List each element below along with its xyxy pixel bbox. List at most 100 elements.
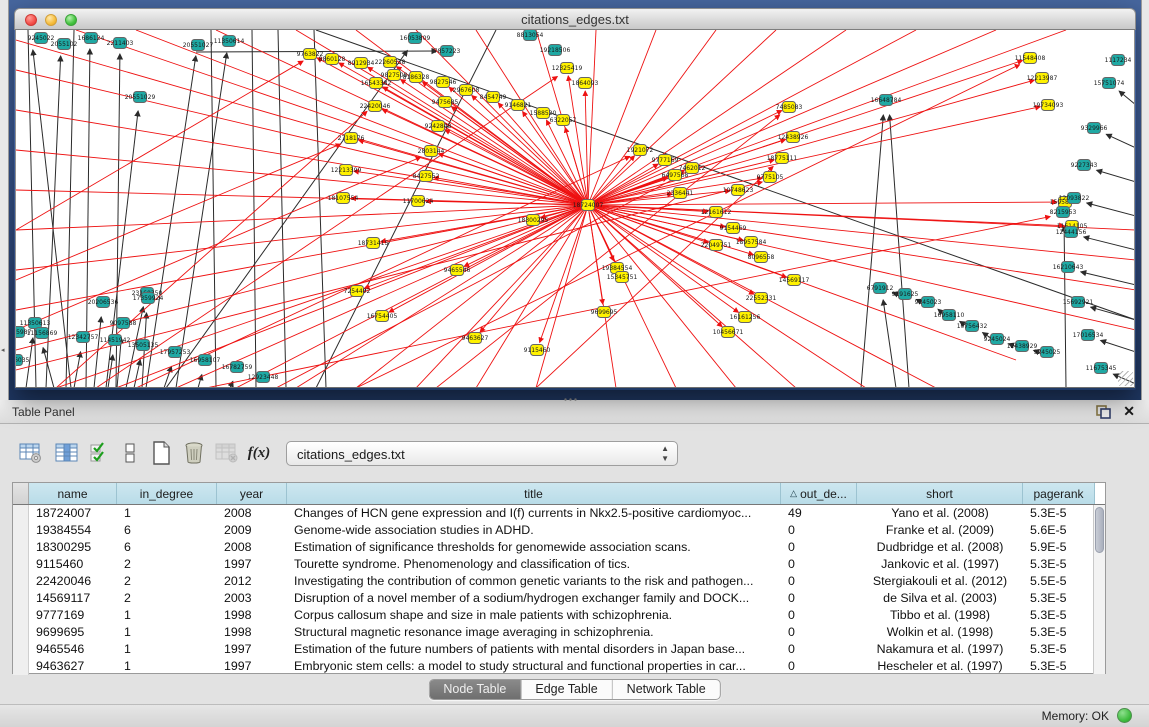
column-header-title[interactable]: title xyxy=(287,483,781,504)
table-cell[interactable]: 5.3E-5 xyxy=(1023,505,1095,522)
table-cell[interactable]: Embryonic stem cells: a model to study s… xyxy=(287,658,781,675)
results-panel-collapsed-strip[interactable] xyxy=(1141,0,1149,400)
table-cell[interactable]: Corpus callosum shape and size in male p… xyxy=(287,607,781,624)
table-cell[interactable]: Stergiakouli et al. (2012) xyxy=(857,573,1023,590)
table-cell[interactable]: 2012 xyxy=(217,573,287,590)
column-header-pagerank[interactable]: pagerank xyxy=(1023,483,1095,504)
table-cell[interactable]: Estimation of significance thresholds fo… xyxy=(287,539,781,556)
scrollbar-thumb[interactable] xyxy=(1095,507,1104,553)
table-row[interactable]: 946362711997Embryonic stem cells: a mode… xyxy=(13,658,1105,675)
show-columns-icon[interactable] xyxy=(52,438,82,468)
table-cell[interactable]: Genome-wide association studies in ADHD. xyxy=(287,522,781,539)
table-cell[interactable]: 9465546 xyxy=(29,641,117,658)
column-header-short[interactable]: short xyxy=(857,483,1023,504)
table-cell[interactable]: 5.3E-5 xyxy=(1023,624,1095,641)
table-cell[interactable]: 1997 xyxy=(217,556,287,573)
window-titlebar[interactable]: citations_edges.txt xyxy=(14,8,1136,30)
memory-ok-led-icon[interactable] xyxy=(1117,708,1132,723)
table-cell[interactable]: 5.6E-5 xyxy=(1023,522,1095,539)
table-cell[interactable]: Changes of HCN gene expression and I(f) … xyxy=(287,505,781,522)
table-cell[interactable]: 0 xyxy=(781,573,857,590)
table-cell[interactable]: 1997 xyxy=(217,641,287,658)
table-cell[interactable]: 1 xyxy=(117,624,217,641)
table-row[interactable]: 1830029562008Estimation of significance … xyxy=(13,539,1105,556)
tab-edge-table[interactable]: Edge Table xyxy=(521,680,612,699)
table-cell[interactable]: Yano et al. (2008) xyxy=(857,505,1023,522)
table-cell[interactable]: 6 xyxy=(117,522,217,539)
table-cell[interactable]: 22420046 xyxy=(29,573,117,590)
table-cell[interactable]: 2 xyxy=(117,590,217,607)
table-row[interactable]: 969969511998Structural magnetic resonanc… xyxy=(13,624,1105,641)
column-header-name[interactable]: name xyxy=(29,483,117,504)
table-cell[interactable]: Tibbo et al. (1998) xyxy=(857,607,1023,624)
table-cell[interactable]: 2003 xyxy=(217,590,287,607)
table-cell[interactable]: Disruption of a novel member of a sodium… xyxy=(287,590,781,607)
table-cell[interactable]: 19384554 xyxy=(29,522,117,539)
table-cell[interactable]: 2009 xyxy=(217,522,287,539)
table-cell[interactable]: Nakamura et al. (1997) xyxy=(857,641,1023,658)
table-cell[interactable]: 1997 xyxy=(217,658,287,675)
table-cell[interactable]: 1998 xyxy=(217,624,287,641)
table-cell[interactable]: Franke et al. (2009) xyxy=(857,522,1023,539)
table-cell[interactable]: 2 xyxy=(117,556,217,573)
table-cell[interactable]: 2008 xyxy=(217,539,287,556)
column-header-indegree[interactable]: in_degree xyxy=(117,483,217,504)
table-cell[interactable]: 1 xyxy=(117,641,217,658)
table-cell[interactable]: 0 xyxy=(781,556,857,573)
function-builder-icon[interactable]: f(x) xyxy=(244,438,274,468)
table-cell[interactable]: 0 xyxy=(781,522,857,539)
table-cell[interactable]: 5.3E-5 xyxy=(1023,590,1095,607)
table-cell[interactable]: Hescheler et al. (1997) xyxy=(857,658,1023,675)
tab-network-table[interactable]: Network Table xyxy=(613,680,720,699)
table-row[interactable]: 2242004622012Investigating the contribut… xyxy=(13,573,1105,590)
table-cell[interactable]: 5.3E-5 xyxy=(1023,556,1095,573)
control-panel-collapsed-strip[interactable]: ◂ xyxy=(0,0,9,400)
table-cell[interactable]: 9699695 xyxy=(29,624,117,641)
table-cell[interactable]: 9463627 xyxy=(29,658,117,675)
table-cell[interactable]: Investigating the contribution of common… xyxy=(287,573,781,590)
table-cell[interactable]: 1 xyxy=(117,607,217,624)
table-row[interactable]: 977716911998Corpus callosum shape and si… xyxy=(13,607,1105,624)
table-cell[interactable]: 6 xyxy=(117,539,217,556)
table-cell[interactable]: 5.3E-5 xyxy=(1023,658,1095,675)
table-cell[interactable]: 1 xyxy=(117,658,217,675)
table-cell[interactable]: Dudbridge et al. (2008) xyxy=(857,539,1023,556)
column-header-outde[interactable]: △out_de... xyxy=(781,483,857,504)
table-cell[interactable]: 1 xyxy=(117,505,217,522)
panel-expand-arrow-icon[interactable]: ◂ xyxy=(1,346,5,354)
table-cell[interactable]: 0 xyxy=(781,607,857,624)
table-cell[interactable]: 0 xyxy=(781,641,857,658)
table-cell[interactable]: 1998 xyxy=(217,607,287,624)
table-cell[interactable]: 9777169 xyxy=(29,607,117,624)
table-cell[interactable]: 0 xyxy=(781,590,857,607)
float-panel-icon[interactable] xyxy=(1096,405,1111,419)
table-row[interactable]: 911546021997Tourette syndrome. Phenomeno… xyxy=(13,556,1105,573)
delete-column-icon[interactable] xyxy=(179,438,209,468)
row-checks-icon[interactable] xyxy=(85,438,115,468)
table-cell[interactable]: 5.3E-5 xyxy=(1023,607,1095,624)
table-cell[interactable]: 5.9E-5 xyxy=(1023,539,1095,556)
network-view-window[interactable]: citations_edges.txt 97638228860128891293… xyxy=(14,8,1136,390)
table-row[interactable]: 1872400712008Changes of HCN gene express… xyxy=(13,505,1105,522)
table-row[interactable]: 1938455462009Genome-wide association stu… xyxy=(13,522,1105,539)
panel-splitter-handle[interactable] xyxy=(563,397,579,402)
table-cell[interactable]: Estimation of the future numbers of pati… xyxy=(287,641,781,658)
table-cell[interactable]: Tourette syndrome. Phenomenology and cla… xyxy=(287,556,781,573)
table-cell[interactable]: 2008 xyxy=(217,505,287,522)
table-cell[interactable]: 14569117 xyxy=(29,590,117,607)
table-cell[interactable]: 0 xyxy=(781,539,857,556)
table-cell[interactable]: 2 xyxy=(117,573,217,590)
table-cell[interactable]: 9115460 xyxy=(29,556,117,573)
table-cell[interactable]: 0 xyxy=(781,624,857,641)
table-vertical-scrollbar[interactable] xyxy=(1093,505,1105,674)
tab-node-table[interactable]: Node Table xyxy=(429,680,521,699)
table-select-dropdown[interactable]: citations_edges.txt ▲▼ xyxy=(286,441,678,466)
table-row[interactable]: 1456911722003Disruption of a novel membe… xyxy=(13,590,1105,607)
column-header-year[interactable]: year xyxy=(217,483,287,504)
table-cell[interactable]: 0 xyxy=(781,658,857,675)
table-cell[interactable]: 18724007 xyxy=(29,505,117,522)
table-cell[interactable]: 18300295 xyxy=(29,539,117,556)
table-cell[interactable]: Structural magnetic resonance image aver… xyxy=(287,624,781,641)
table-cell[interactable]: Wolkin et al. (1998) xyxy=(857,624,1023,641)
close-panel-icon[interactable]: ✕ xyxy=(1123,403,1135,420)
